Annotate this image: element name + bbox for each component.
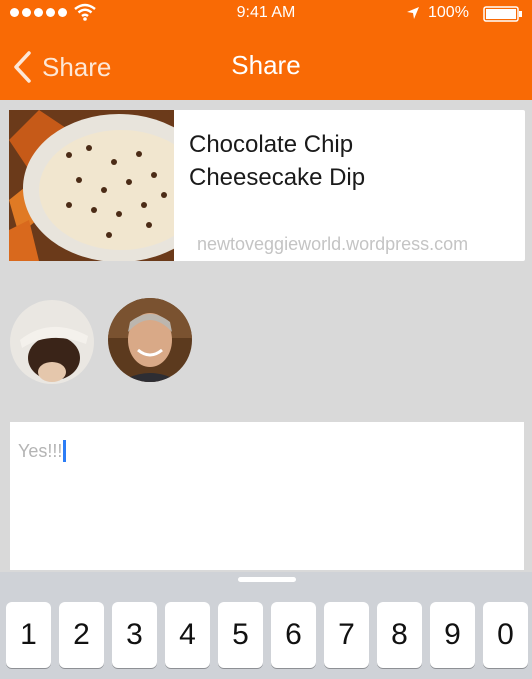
keyboard-number-row: 1 2 3 4 5 6 7 8 9 0	[6, 602, 528, 668]
key-1[interactable]: 1	[6, 602, 51, 668]
key-8[interactable]: 8	[377, 602, 422, 668]
key-2[interactable]: 2	[59, 602, 104, 668]
key-0[interactable]: 0	[483, 602, 528, 668]
recipient-avatar[interactable]	[108, 298, 192, 382]
key-5[interactable]: 5	[218, 602, 263, 668]
key-7[interactable]: 7	[324, 602, 369, 668]
recipient-avatar[interactable]	[10, 300, 94, 384]
message-text-value: Yes!!!	[18, 441, 63, 461]
battery-percent: 100%	[428, 4, 469, 21]
numeric-keyboard: 1 2 3 4 5 6 7 8 9 0	[0, 572, 532, 679]
message-textarea[interactable]: Yes!!!	[10, 422, 524, 570]
nav-header: 9:41 AM 100% Share Share	[0, 0, 532, 100]
page-title: Share	[231, 50, 301, 80]
recipe-title-line-2: Cheesecake Dip	[189, 164, 366, 191]
keyboard-drag-handle[interactable]	[238, 577, 296, 582]
recipe-title: Chocolate Chip Cheesecake Dip	[189, 128, 509, 194]
recipe-title-line-1: Chocolate Chip	[189, 131, 354, 158]
key-3[interactable]: 3	[112, 602, 157, 668]
location-arrow-icon	[407, 7, 419, 19]
key-4[interactable]: 4	[165, 602, 210, 668]
recipe-thumbnail	[9, 110, 174, 261]
message-text: Yes!!!	[18, 440, 67, 462]
text-cursor	[63, 440, 67, 462]
status-bar: 9:41 AM 100%	[0, 0, 532, 28]
key-6[interactable]: 6	[271, 602, 316, 668]
key-9[interactable]: 9	[430, 602, 475, 668]
shared-recipe-card[interactable]: Chocolate Chip Cheesecake Dip newtoveggi…	[9, 110, 525, 261]
battery-icon	[483, 6, 522, 22]
recipe-source-url: newtoveggieworld.wordpress.com	[197, 234, 469, 254]
